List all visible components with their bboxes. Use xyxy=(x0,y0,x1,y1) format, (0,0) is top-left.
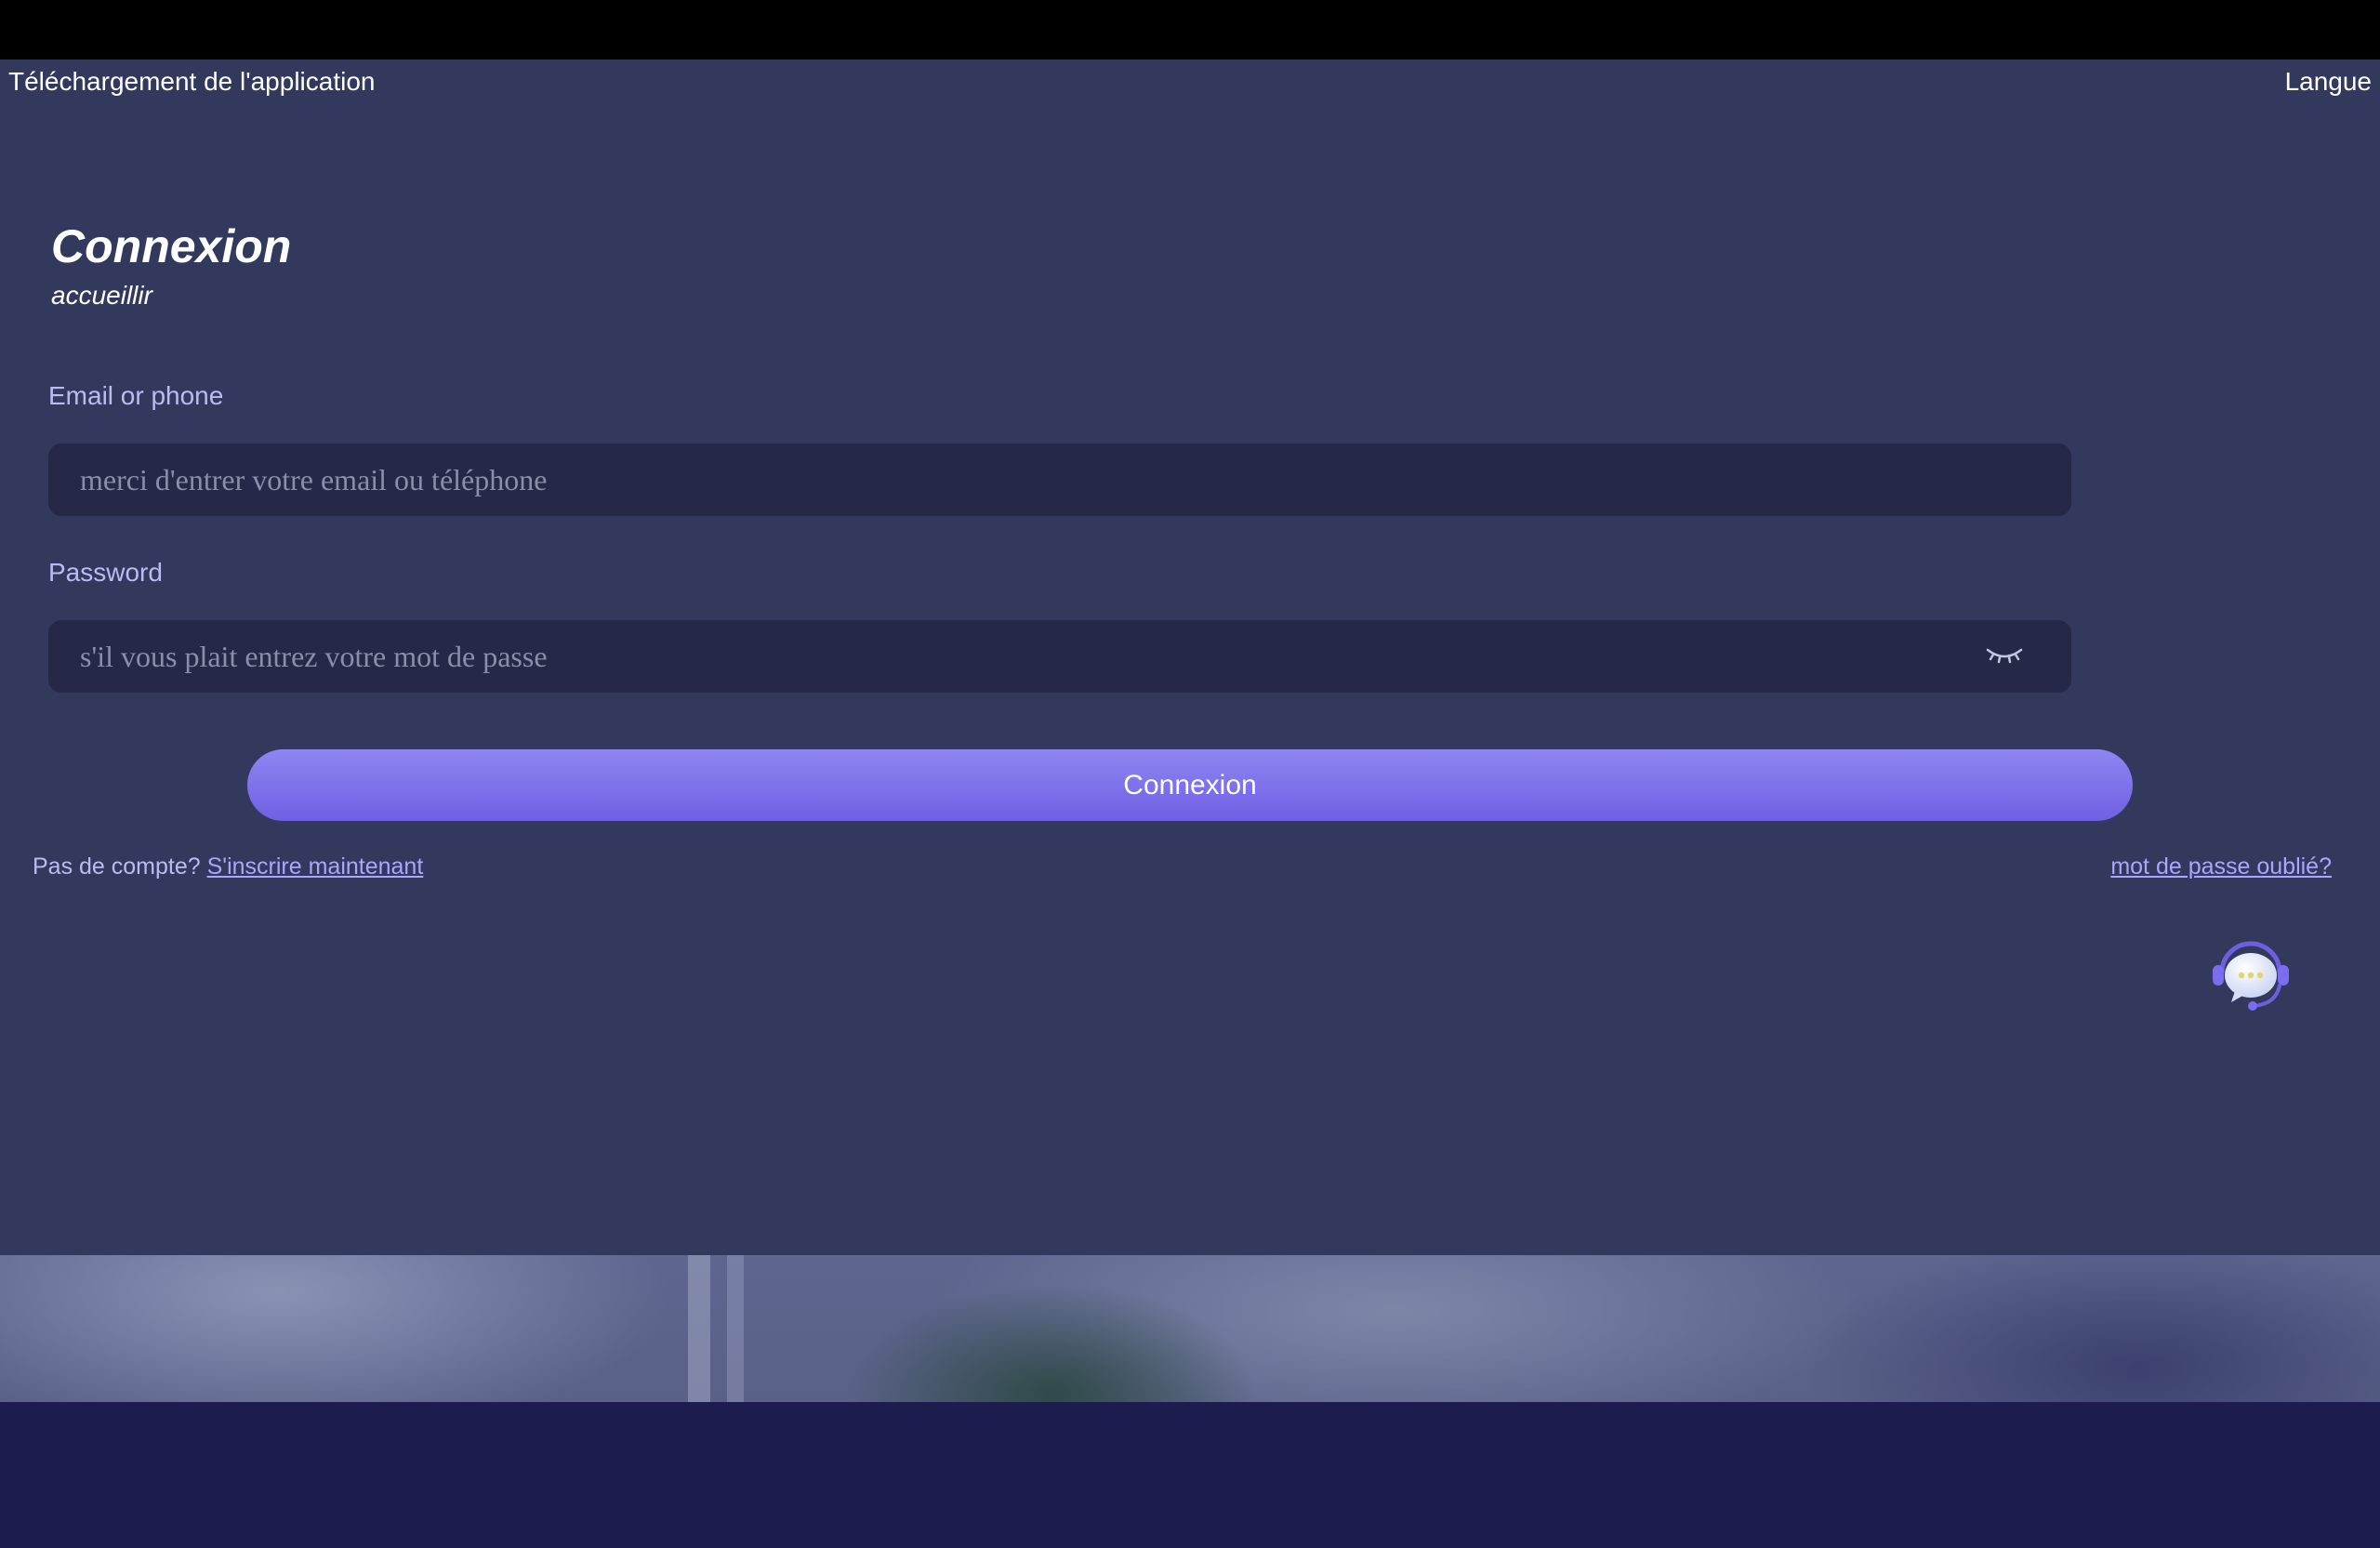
email-field-wrapper xyxy=(48,443,2071,516)
password-field-wrapper xyxy=(48,620,2071,693)
footer-area xyxy=(0,1402,2380,1548)
page-title: Connexion xyxy=(51,220,292,272)
background-pillar xyxy=(688,1255,710,1402)
background-image-strip xyxy=(0,1255,2380,1402)
login-button[interactable]: Connexion xyxy=(247,749,2133,821)
no-account-text: Pas de compte? xyxy=(33,853,201,880)
signup-prompt: Pas de compte? S'inscrire maintenant xyxy=(33,853,423,880)
password-input[interactable] xyxy=(48,620,2071,693)
language-selector[interactable]: Langue xyxy=(2285,67,2372,97)
eye-closed-icon[interactable] xyxy=(1984,644,2025,668)
signup-link[interactable]: S'inscrire maintenant xyxy=(207,853,424,880)
email-label: Email or phone xyxy=(48,381,224,410)
password-label: Password xyxy=(48,558,163,587)
email-input[interactable] xyxy=(48,443,2071,516)
top-black-bar xyxy=(0,0,2380,60)
customer-support-chat-icon[interactable] xyxy=(2209,935,2293,1013)
app-download-link[interactable]: Téléchargement de l'application xyxy=(8,67,375,97)
page-subtitle: accueillir xyxy=(51,281,152,310)
forgot-password-link[interactable]: mot de passe oublié? xyxy=(2110,853,2332,880)
background-pillar xyxy=(727,1255,744,1402)
